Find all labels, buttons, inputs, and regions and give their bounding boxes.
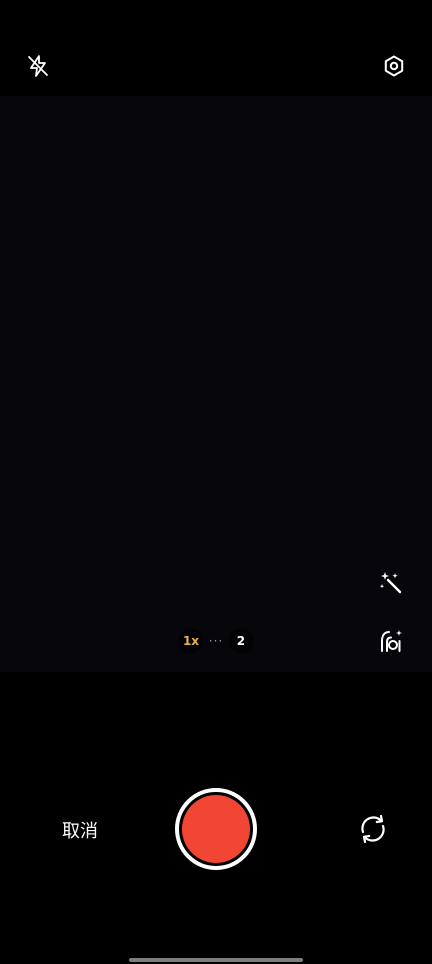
beauty-effect-button[interactable] (374, 566, 408, 600)
settings-icon (384, 55, 404, 77)
home-indicator[interactable] (129, 958, 303, 962)
flash-off-icon (28, 55, 48, 77)
zoom-option-more[interactable]: ··· (209, 634, 223, 648)
switch-camera-icon (361, 814, 385, 844)
cancel-button[interactable]: 取消 (52, 815, 108, 845)
zoom-option-1x[interactable]: 1x (178, 628, 204, 654)
settings-button[interactable] (378, 50, 410, 82)
switch-camera-button[interactable] (354, 810, 392, 848)
portrait-mode-icon (381, 630, 402, 652)
top-bar (0, 0, 432, 96)
zoom-option-2x[interactable]: 2 (227, 628, 254, 654)
record-button[interactable] (175, 788, 257, 870)
flash-toggle-button[interactable] (22, 50, 54, 82)
portrait-mode-button[interactable] (374, 624, 408, 658)
record-button-inner (182, 795, 250, 863)
camera-viewfinder[interactable] (0, 96, 432, 672)
magic-wand-icon (379, 572, 402, 594)
zoom-selector: 1x ··· 2 (174, 627, 258, 655)
